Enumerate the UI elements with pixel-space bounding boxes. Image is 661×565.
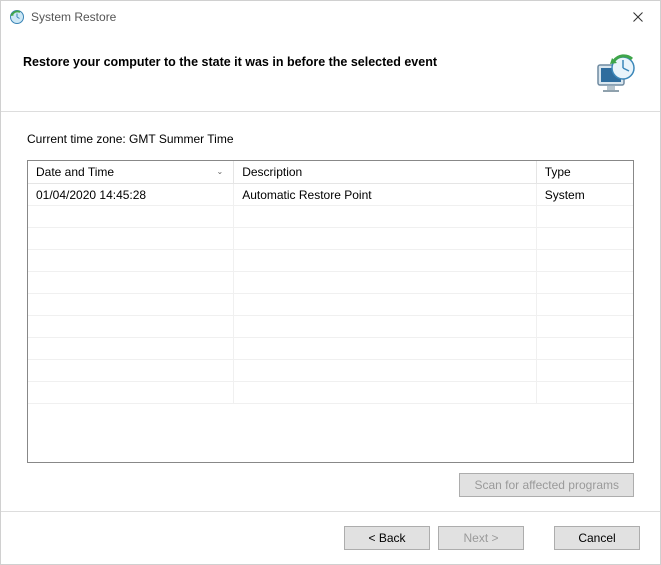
col-header-datetime-label: Date and Time xyxy=(36,165,114,179)
wizard-header: Restore your computer to the state it wa… xyxy=(1,33,660,111)
restore-hero-icon xyxy=(590,51,638,99)
table-row[interactable]: 01/04/2020 14:45:28 Automatic Restore Po… xyxy=(28,184,633,206)
wizard-body: Current time zone: GMT Summer Time Date … xyxy=(1,111,660,511)
table-row[interactable] xyxy=(28,294,633,316)
timezone-label: Current time zone: GMT Summer Time xyxy=(27,132,634,146)
cell-type: System xyxy=(536,184,633,206)
table-row[interactable] xyxy=(28,228,633,250)
restore-points-table[interactable]: Date and Time ⌄ Description Type 01/04/2… xyxy=(27,160,634,463)
close-button[interactable] xyxy=(616,1,660,33)
table-row[interactable] xyxy=(28,382,633,404)
timezone-value: GMT Summer Time xyxy=(129,132,233,146)
cancel-button[interactable]: Cancel xyxy=(554,526,640,550)
scan-affected-programs-button[interactable]: Scan for affected programs xyxy=(459,473,634,497)
system-restore-icon xyxy=(9,9,25,25)
table-row[interactable] xyxy=(28,316,633,338)
window-title: System Restore xyxy=(31,10,616,24)
cell-description: Automatic Restore Point xyxy=(234,184,537,206)
col-header-description[interactable]: Description xyxy=(234,161,537,184)
table-row[interactable] xyxy=(28,272,633,294)
timezone-prefix: Current time zone: xyxy=(27,132,129,146)
table-row[interactable] xyxy=(28,338,633,360)
col-header-type[interactable]: Type xyxy=(536,161,633,184)
table-row[interactable] xyxy=(28,250,633,272)
next-button[interactable]: Next > xyxy=(438,526,524,550)
col-header-datetime[interactable]: Date and Time ⌄ xyxy=(28,161,234,184)
table-row[interactable] xyxy=(28,360,633,382)
table-row[interactable] xyxy=(28,206,633,228)
page-heading: Restore your computer to the state it wa… xyxy=(23,51,578,69)
back-button[interactable]: < Back xyxy=(344,526,430,550)
col-header-description-label: Description xyxy=(242,165,302,179)
wizard-footer: < Back Next > Cancel xyxy=(1,511,660,564)
titlebar: System Restore xyxy=(1,1,660,33)
col-header-type-label: Type xyxy=(545,165,571,179)
sort-caret-icon: ⌄ xyxy=(216,167,223,176)
cell-datetime: 01/04/2020 14:45:28 xyxy=(28,184,234,206)
